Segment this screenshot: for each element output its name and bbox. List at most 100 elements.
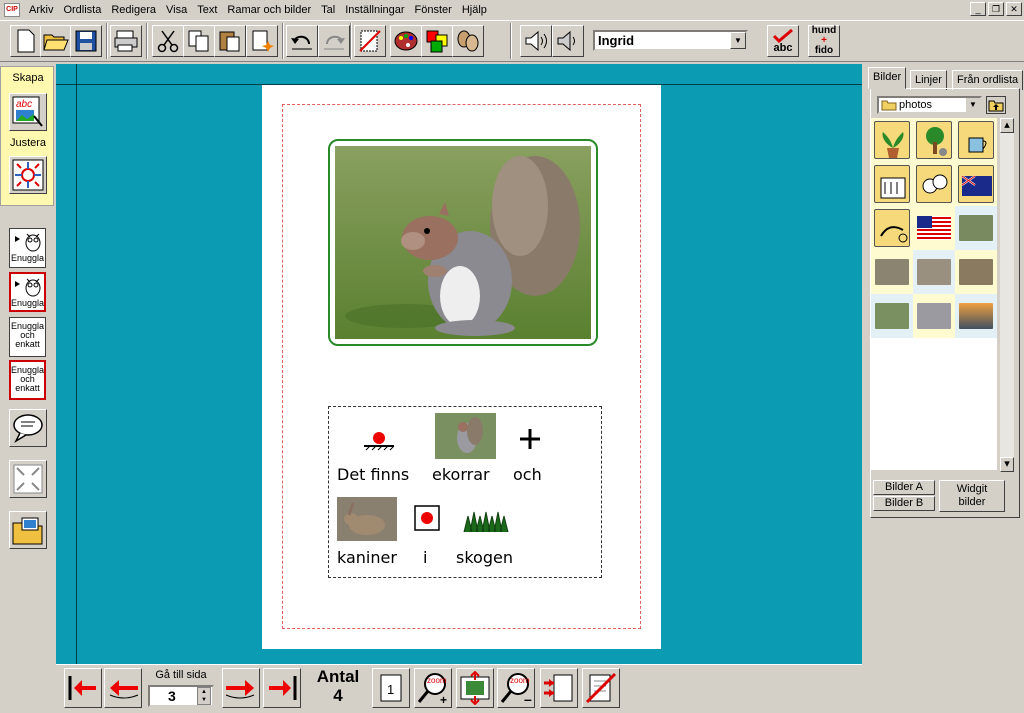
word-det-finns[interactable]: Det finns [337, 465, 409, 484]
enuggla-button-label: Enuggla [10, 253, 45, 263]
svg-text:abc: abc [16, 99, 32, 110]
voice-select[interactable]: Ingrid ▼ [593, 30, 748, 51]
color-palette-button[interactable] [390, 25, 422, 57]
menu-text[interactable]: Text [192, 0, 222, 20]
thumb-photo-3[interactable] [955, 250, 997, 294]
thumb-photo-squirrel-1[interactable] [955, 206, 997, 250]
menu-visa[interactable]: Visa [161, 0, 192, 20]
enuggla-button-1[interactable]: Enuggla [9, 228, 46, 268]
thumb-us-flag[interactable] [913, 206, 955, 250]
floppy-disk-icon [75, 30, 97, 52]
word-i[interactable]: i [423, 548, 427, 567]
squirrel-picture-frame[interactable] [328, 139, 598, 346]
zoom-in-icon: zoom + [417, 673, 447, 705]
previous-page-button[interactable] [104, 668, 142, 708]
folder-thumb-animals[interactable] [871, 206, 913, 250]
enuggla-och-enkatt-label: Enuggla och enkatt [10, 321, 45, 349]
thumb-photo-5[interactable] [913, 294, 955, 338]
picture-grid-scrollbar[interactable]: ▴ ▾ [1000, 118, 1014, 472]
adjust-frame-button[interactable] [9, 156, 47, 194]
thumb-photo-1[interactable] [871, 250, 913, 294]
word-och[interactable]: och [513, 465, 542, 484]
zoom-in-button[interactable]: zoom + [414, 668, 452, 708]
save-button[interactable] [70, 25, 102, 57]
thumb-photo-sunset[interactable] [955, 294, 997, 338]
folder-thumb-kitchen[interactable] [955, 118, 997, 162]
delete-page-button[interactable] [582, 668, 620, 708]
insert-page-button[interactable] [540, 668, 578, 708]
symbol-toggle-button[interactable]: hund + fido [808, 25, 840, 57]
folder-select[interactable]: photos ▼ [877, 96, 982, 114]
first-page-button[interactable] [64, 668, 102, 708]
next-page-button[interactable] [222, 668, 260, 708]
tab-linjer[interactable]: Linjer [910, 70, 947, 90]
fullscreen-button[interactable] [9, 460, 47, 498]
menu-ordlista[interactable]: Ordlista [58, 0, 106, 20]
page-spinner[interactable]: ▲ ▼ [197, 687, 211, 705]
folder-thumb-plants[interactable] [871, 118, 913, 162]
scroll-up-icon[interactable]: ▴ [1000, 118, 1014, 133]
open-picture-button[interactable] [9, 511, 47, 549]
shapes-button[interactable] [452, 25, 484, 57]
folder-thumb-people[interactable] [913, 162, 955, 206]
create-frame-button[interactable]: abc [9, 93, 47, 131]
folder-thumb-buildings[interactable] [871, 162, 913, 206]
new-document-button[interactable] [10, 25, 42, 57]
speaker-word-icon [557, 30, 575, 52]
arrow-first-icon [68, 676, 96, 700]
enuggla-och-enkatt-button-1[interactable]: Enuggla och enkatt [9, 317, 46, 357]
menu-ramar-och-bilder[interactable]: Ramar och bilder [222, 0, 316, 20]
left-tool-panel: Skapa abc Justera Enuggla Enuggla Enuggl… [0, 64, 54, 664]
spellcheck-button[interactable]: abc [767, 25, 799, 57]
chevron-down-icon[interactable]: ▼ [966, 98, 980, 112]
scissors-icon [157, 30, 179, 53]
skapa-label: Skapa [12, 72, 44, 84]
paste-special-button[interactable] [246, 25, 278, 57]
speech-bubble-button[interactable] [9, 409, 47, 447]
enuggla-button-2[interactable]: Enuggla [9, 272, 46, 312]
close-button[interactable]: ✕ [1006, 2, 1022, 16]
last-page-button[interactable] [263, 668, 301, 708]
undo-icon [291, 35, 312, 50]
redo-button[interactable] [318, 25, 350, 57]
word-skogen[interactable]: skogen [456, 548, 513, 567]
menu-installningar[interactable]: Inställningar [340, 0, 409, 20]
toolbar: Ingrid ▼ abc hund + fido [0, 20, 1024, 62]
single-page-view-button[interactable]: 1 [372, 668, 410, 708]
bilder-b-button[interactable]: Bilder B [873, 496, 935, 511]
enuggla-och-enkatt-button-2[interactable]: Enuggla och enkatt [9, 360, 46, 400]
widgit-bilder-button[interactable]: Widgit bilder [939, 480, 1005, 512]
folder-up-button[interactable] [986, 96, 1006, 114]
word-ekorrar[interactable]: ekorrar [432, 465, 490, 484]
speak-button[interactable] [520, 25, 552, 57]
paste-button[interactable] [214, 25, 246, 57]
menu-redigera[interactable]: Redigera [106, 0, 161, 20]
grid-toggle-button[interactable] [354, 25, 386, 57]
open-button[interactable] [40, 25, 72, 57]
fit-page-button[interactable] [456, 668, 494, 708]
folder-thumb-tree[interactable] [913, 118, 955, 162]
minimize-button[interactable]: _ [970, 2, 986, 16]
tab-fran-ordlista[interactable]: Från ordlista [952, 70, 1024, 90]
copy-button[interactable] [183, 25, 215, 57]
scroll-down-icon[interactable]: ▾ [1000, 457, 1014, 472]
menu-fonster[interactable]: Fönster [410, 0, 457, 20]
colors-button[interactable] [421, 25, 453, 57]
chevron-down-icon[interactable]: ▼ [730, 32, 746, 49]
speak-word-button[interactable] [552, 25, 584, 57]
menu-tal[interactable]: Tal [316, 0, 340, 20]
word-kaniner[interactable]: kaniner [337, 548, 397, 567]
cut-button[interactable] [152, 25, 184, 57]
folder-thumb-flags[interactable] [955, 162, 997, 206]
faces-icon [922, 174, 948, 194]
menu-hjalp[interactable]: Hjälp [457, 0, 492, 20]
restore-button[interactable]: ❐ [988, 2, 1004, 16]
zoom-out-button[interactable]: zoom – [497, 668, 535, 708]
menu-arkiv[interactable]: Arkiv [24, 0, 58, 20]
print-button[interactable] [110, 25, 142, 57]
undo-button[interactable] [286, 25, 318, 57]
thumb-photo-4[interactable] [871, 294, 913, 338]
tab-bilder[interactable]: Bilder [868, 67, 907, 89]
thumb-photo-2[interactable] [913, 250, 955, 294]
bilder-a-button[interactable]: Bilder A [873, 480, 935, 495]
